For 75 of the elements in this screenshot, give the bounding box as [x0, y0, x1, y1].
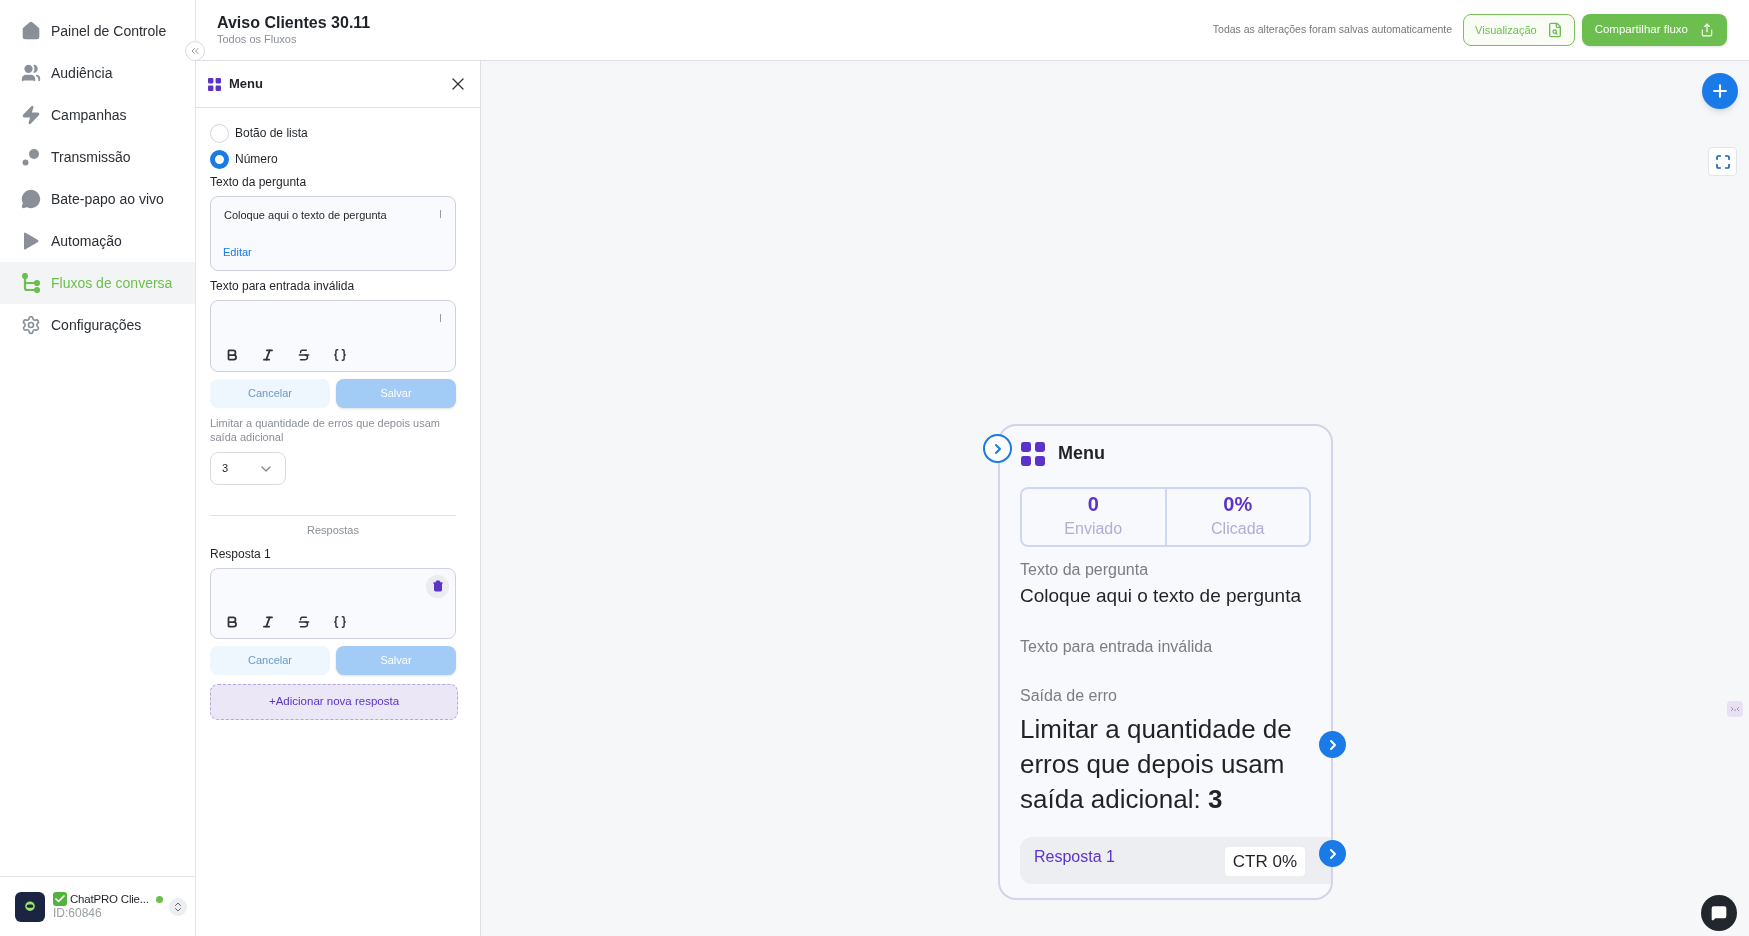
answer-label: Resposta 1 [210, 545, 272, 563]
strikethrough-icon[interactable] [297, 348, 311, 362]
flow-icon [21, 273, 41, 293]
limit-select[interactable]: 3 [210, 452, 286, 485]
node-field-label: Texto da pergunta [1020, 560, 1150, 580]
autosave-status: Todas as alterações foram salvas automaticamente [1212, 22, 1453, 38]
limit-description: Limitar a quantidade de erros que depois usam saída adicional [210, 416, 441, 444]
stat-value: 0% [1223, 493, 1253, 514]
answer-output-connector[interactable] [1319, 840, 1346, 867]
fullscreen-button[interactable] [1708, 147, 1737, 176]
flow-title: Aviso Clientes 30.11 [217, 13, 371, 34]
bold-icon[interactable] [225, 614, 239, 629]
panel-title: Menu [229, 75, 264, 94]
resize-handle-icon [439, 210, 441, 218]
node-title: Menu [1058, 442, 1105, 465]
account-name: ChatPRO Clie... [70, 891, 149, 907]
delete-button[interactable] [426, 574, 449, 598]
radio-option[interactable]: Botão de lista [210, 120, 456, 146]
answers-heading: Respostas [307, 523, 359, 538]
braces-icon[interactable] [333, 348, 347, 362]
settings-icon [21, 315, 41, 335]
chat-support-button[interactable] [1701, 895, 1737, 931]
question-text: Coloque aqui o texto de pergunta [224, 208, 387, 223]
bolt-icon [21, 105, 41, 125]
sidebar-item[interactable]: Configurações [0, 304, 195, 346]
double-chevron-left-icon [189, 45, 201, 57]
sidebar-item[interactable]: Painel de Controle [0, 10, 195, 52]
users-icon [21, 63, 41, 83]
field-label: Texto da pergunta [210, 174, 308, 191]
sidebar-item[interactable]: Campanhas [0, 94, 195, 136]
sidebar-item[interactable]: Automação [0, 220, 195, 262]
resize-handle-icon [439, 314, 441, 322]
grid-icon [208, 77, 221, 91]
bold-icon[interactable] [225, 348, 239, 362]
edit-link[interactable]: Editar [223, 243, 252, 260]
node-question-text: Coloque aqui o texto de pergunta [1020, 584, 1302, 608]
stat-label: Enviado [1064, 518, 1123, 539]
grid-icon [1021, 441, 1045, 466]
up-down-chevron-icon [172, 900, 184, 913]
error-output-connector[interactable] [1319, 731, 1346, 758]
node-field-label: Saída de erro [1020, 685, 1118, 706]
error-output-text: Limitar a quantidade de erros que depois usam saída adicional: 3 [1020, 712, 1293, 816]
add-node-button[interactable] [1702, 73, 1738, 109]
sidebar-item[interactable]: Audiência [0, 52, 195, 94]
document-icon [1546, 22, 1563, 38]
dots-icon [21, 147, 41, 167]
play-icon [21, 231, 41, 251]
plus-icon [1710, 81, 1730, 101]
fullscreen-icon [1714, 153, 1731, 170]
chat-icon [1711, 905, 1727, 921]
account-id: ID:60846 [53, 906, 103, 922]
share-icon [1700, 23, 1714, 37]
verified-check-icon [53, 892, 67, 906]
sidebar-item[interactable]: Bate-papo ao vivo [0, 178, 195, 220]
add-answer-button[interactable]: +Adicionar nova resposta [210, 683, 458, 720]
radio-button[interactable] [210, 149, 229, 169]
menu-node-card[interactable] [998, 424, 1333, 900]
stat-value: 0 [1087, 493, 1099, 514]
field-label: Texto para entrada inválida [210, 278, 356, 295]
ctr-badge: CTR 0% [1224, 846, 1305, 876]
question-text-field[interactable]: Coloque aqui o texto de pergunta Editar [210, 196, 456, 271]
braces-icon[interactable] [333, 614, 347, 629]
answer-label: Resposta 1 [1034, 846, 1116, 867]
account-switch-button[interactable] [169, 897, 187, 916]
italic-icon[interactable] [261, 348, 275, 362]
stat-label: Clicada [1211, 518, 1265, 539]
node-field-label: Texto para entrada inválida [1020, 636, 1214, 657]
sidebar-item[interactable]: Transmissão [0, 136, 195, 178]
italic-icon[interactable] [261, 614, 275, 629]
strikethrough-icon[interactable] [297, 614, 311, 629]
answer-row[interactable]: Resposta 1 CTR 0% [1020, 836, 1331, 884]
home-icon [21, 21, 41, 41]
trash-icon [431, 580, 444, 592]
radio-option[interactable]: Número [210, 146, 456, 172]
chat-icon [21, 189, 41, 209]
